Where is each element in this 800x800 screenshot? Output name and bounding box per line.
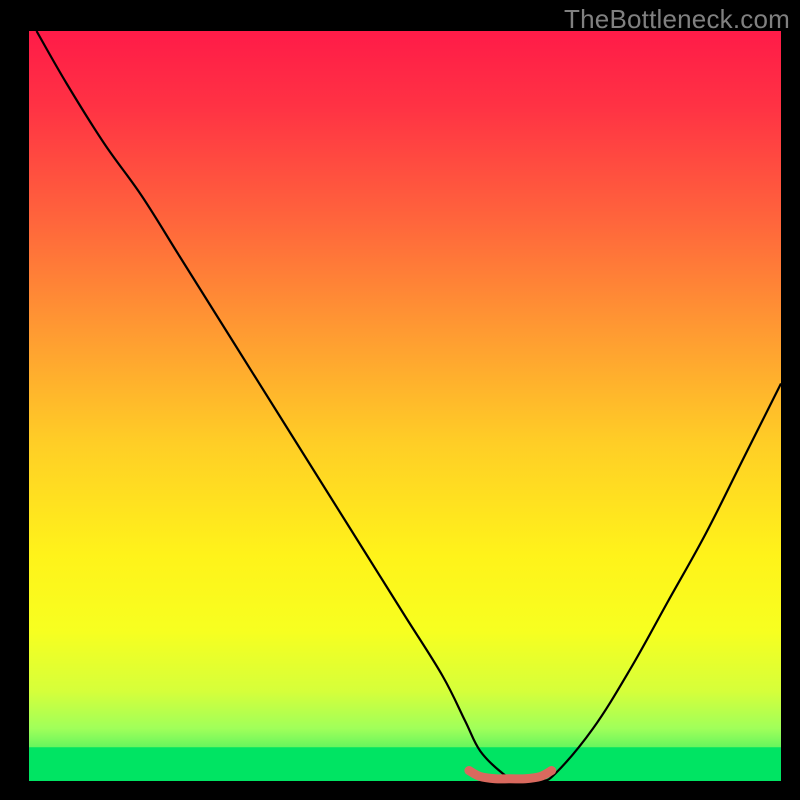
plot-background-gradient	[29, 31, 781, 781]
chart-frame: TheBottleneck.com	[0, 0, 800, 800]
optimal-band	[29, 747, 781, 781]
bottleneck-chart	[0, 0, 800, 800]
watermark-text: TheBottleneck.com	[564, 4, 790, 35]
